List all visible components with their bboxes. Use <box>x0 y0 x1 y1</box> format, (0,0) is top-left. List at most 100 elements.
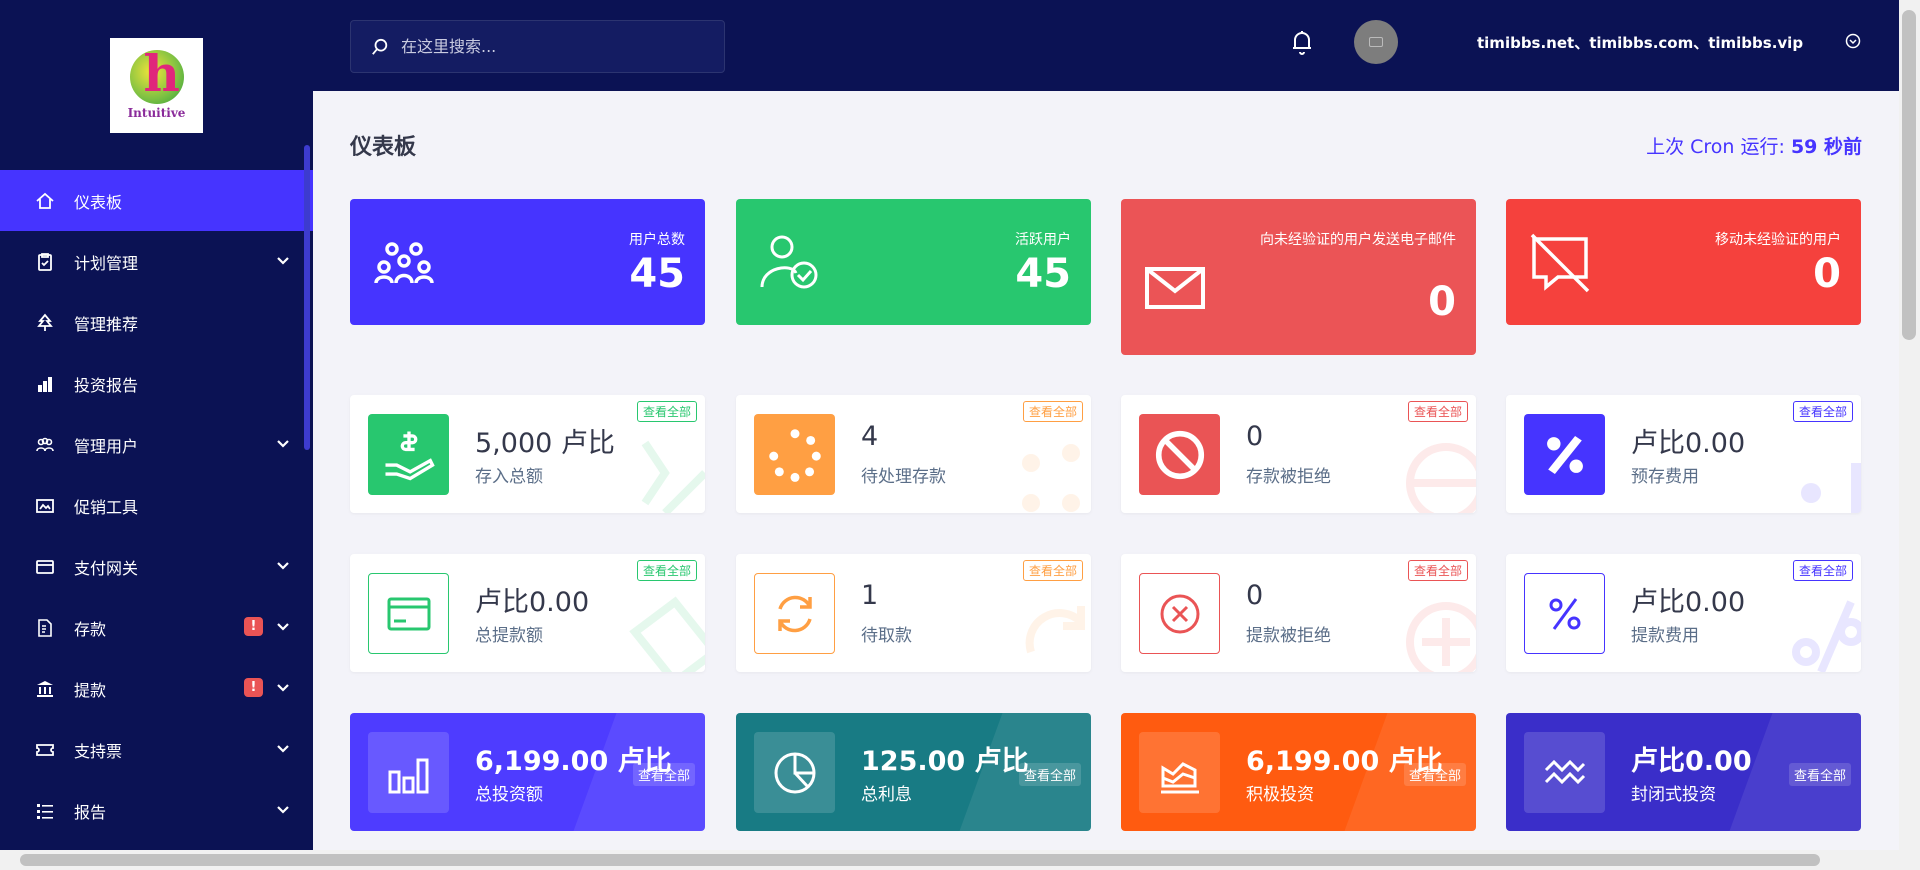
percent-outline-icon <box>1524 573 1605 654</box>
view-all-button[interactable]: 查看全部 <box>1018 763 1081 786</box>
mobile-unverified-card[interactable]: 移动未经验证的用户 0 <box>1506 199 1861 325</box>
scrollbar-thumb[interactable] <box>1902 10 1916 340</box>
sidebar-item-users[interactable]: 管理用户 <box>0 414 313 475</box>
bank-icon <box>34 679 56 699</box>
total-withdraw-widget[interactable]: 卢比0.00 总提款额 查看全部 <box>350 554 705 672</box>
view-all-button[interactable]: 查看全部 <box>1407 560 1468 581</box>
widget-label: 提款被拒绝 <box>1246 626 1331 646</box>
cron-value: 59 秒前 <box>1790 136 1862 158</box>
sidebar-item-dashboard[interactable]: 仪表板 <box>0 170 313 231</box>
widget-value: 4 <box>861 421 879 452</box>
sidebar-item-label: 管理用户 <box>74 436 139 456</box>
widget-value: 卢比0.00 <box>1631 746 1752 777</box>
chevron-down-circle-icon[interactable] <box>1845 33 1861 49</box>
sidebar-item-gateways[interactable]: 支付网关 <box>0 536 313 597</box>
sidebar-item-label: 提款 <box>74 680 107 700</box>
chart-pie-icon <box>754 732 835 813</box>
tree-icon <box>34 313 56 333</box>
sidebar-item-label: 计划管理 <box>74 253 139 273</box>
envelope-icon <box>1145 267 1205 309</box>
percent-icon <box>1524 414 1605 495</box>
sync-watermark-icon <box>1025 606 1085 654</box>
times-circle-icon <box>1139 573 1220 654</box>
logo-text: Intuitive <box>127 106 186 120</box>
home-icon <box>34 191 56 211</box>
sidebar-item-withdrawals[interactable]: 提款 ! <box>0 658 313 719</box>
sidebar-item-plans[interactable]: 计划管理 <box>0 231 313 292</box>
view-all-button[interactable]: 查看全部 <box>1788 763 1851 786</box>
chevron-down-icon <box>277 440 289 448</box>
widget-label: 总提款额 <box>475 626 543 646</box>
alert-badge: ! <box>244 617 263 636</box>
sidebar-item-label: 报告 <box>74 802 107 822</box>
total-deposit-widget[interactable]: 5,000 卢比 存入总额 查看全部 <box>350 395 705 513</box>
search-input[interactable] <box>401 37 701 56</box>
view-all-button[interactable]: 查看全部 <box>632 763 695 786</box>
ban-watermark-icon <box>1406 443 1476 513</box>
rejected-deposit-widget[interactable]: 0 存款被拒绝 查看全部 <box>1121 395 1476 513</box>
logo[interactable]: Intuitive <box>110 37 203 133</box>
total-users-card[interactable]: 用户总数 45 <box>350 199 705 325</box>
widget-label: 存入总额 <box>475 467 543 487</box>
view-all-button[interactable]: 查看全部 <box>1022 401 1083 422</box>
active-users-card[interactable]: 活跃用户 45 <box>736 199 1091 325</box>
sidebar-item-label: 支付网关 <box>74 558 139 578</box>
message-slash-icon <box>1530 233 1590 293</box>
total-interest-widget[interactable]: 125.00 卢比 总利息 查看全部 <box>736 713 1091 831</box>
withdraw-charge-widget[interactable]: 卢比0.00 提款费用 查看全部 <box>1506 554 1861 672</box>
rejected-withdraw-widget[interactable]: 0 提款被拒绝 查看全部 <box>1121 554 1476 672</box>
card-value: 45 <box>629 251 685 297</box>
list-icon <box>34 801 56 821</box>
view-all-button[interactable]: 查看全部 <box>636 560 697 581</box>
active-invest-widget[interactable]: 6,199.00 卢比 积极投资 查看全部 <box>1121 713 1476 831</box>
view-all-button[interactable]: 查看全部 <box>1403 763 1466 786</box>
sidebar-item-deposits[interactable]: 存款 ! <box>0 597 313 658</box>
plus-circle-watermark-icon <box>1406 602 1476 672</box>
sidebar-scrollbar[interactable] <box>304 145 310 450</box>
total-invest-widget[interactable]: 6,199.00 卢比 总投资额 查看全部 <box>350 713 705 831</box>
sidebar-item-reports[interactable]: 报告 <box>0 780 313 841</box>
search-box[interactable] <box>350 20 725 73</box>
bar-chart-icon <box>34 374 56 394</box>
chevron-down-icon <box>277 745 289 753</box>
sidebar-item-investment-report[interactable]: 投资报告 <box>0 353 313 414</box>
view-all-button[interactable]: 查看全部 <box>1407 401 1468 422</box>
view-all-button[interactable]: 查看全部 <box>1792 560 1853 581</box>
clipboard-icon <box>34 252 56 272</box>
widget-label: 提款费用 <box>1631 626 1699 646</box>
widget-label: 总投资额 <box>475 785 543 805</box>
chevron-down-icon <box>277 806 289 814</box>
user-menu-label[interactable]: timibbs.net、timibbs.com、timibbs.vip <box>1477 32 1803 53</box>
card-value: 0 <box>1813 251 1841 297</box>
widget-value: 卢比0.00 <box>1631 587 1746 618</box>
pending-deposit-widget[interactable]: 4 待处理存款 查看全部 <box>736 395 1091 513</box>
avatar-placeholder-icon <box>1369 37 1383 47</box>
spinner-watermark-icon <box>1022 444 1080 512</box>
widget-value: 卢比0.00 <box>475 587 590 618</box>
view-all-button[interactable]: 查看全部 <box>1022 560 1083 581</box>
view-all-button[interactable]: 查看全部 <box>636 401 697 422</box>
card-label: 向未经验证的用户发送电子邮件 <box>1260 232 1456 248</box>
vertical-scrollbar[interactable] <box>1899 0 1920 850</box>
scrollbar-thumb[interactable] <box>20 854 1820 866</box>
sidebar-item-promotion[interactable]: 促销工具 <box>0 475 313 536</box>
page-title: 仪表板 <box>350 135 417 160</box>
horizontal-scrollbar[interactable] <box>0 850 1920 870</box>
logo-icon <box>129 44 184 104</box>
email-unverified-card[interactable]: 向未经验证的用户发送电子邮件 0 <box>1121 199 1476 355</box>
deposit-charge-widget[interactable]: 卢比0.00 预存费用 查看全部 <box>1506 395 1861 513</box>
closed-invest-widget[interactable]: 卢比0.00 封闭式投资 查看全部 <box>1506 713 1861 831</box>
sidebar-item-label: 存款 <box>74 619 107 639</box>
avatar[interactable] <box>1354 20 1398 64</box>
sidebar-item-tickets[interactable]: 支持票 <box>0 719 313 780</box>
chevron-down-icon <box>277 623 289 631</box>
sidebar-item-referrals[interactable]: 管理推荐 <box>0 292 313 353</box>
view-all-button[interactable]: 查看全部 <box>1792 401 1853 422</box>
pending-withdraw-widget[interactable]: 1 待取款 查看全部 <box>736 554 1091 672</box>
ban-icon <box>1139 414 1220 495</box>
hand-dollar-icon <box>368 414 449 495</box>
sidebar-item-label: 投资报告 <box>74 375 139 395</box>
bell-icon[interactable] <box>1290 28 1314 56</box>
sidebar-item-label: 支持票 <box>74 741 123 761</box>
search-icon <box>372 38 388 55</box>
